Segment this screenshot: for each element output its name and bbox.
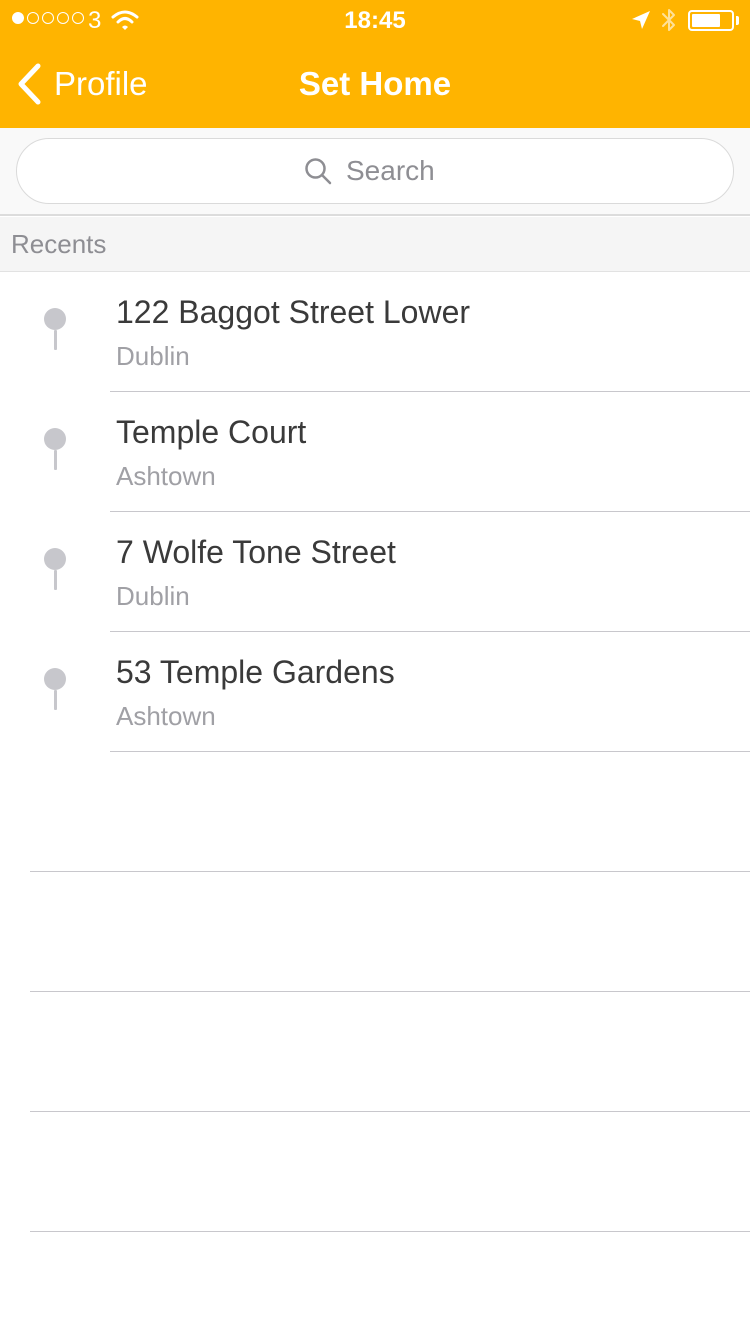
location-title: 122 Baggot Street Lower: [116, 294, 471, 330]
empty-row: [0, 1112, 750, 1232]
location-title: Temple Court: [116, 414, 307, 450]
search-input[interactable]: [346, 155, 446, 187]
battery-tip: [736, 16, 739, 25]
page-title: Set Home: [298, 65, 452, 102]
recents-section-header: Recents: [0, 217, 750, 272]
recent-location-item[interactable]: 122 Baggot Street Lower Dublin: [0, 272, 750, 392]
battery-icon: [688, 10, 734, 31]
map-pin-icon: [44, 548, 66, 592]
location-arrow-icon: [632, 11, 650, 29]
empty-row: [0, 872, 750, 992]
battery-level: [692, 14, 720, 27]
search-bar: [0, 128, 750, 216]
recent-location-item[interactable]: Temple Court Ashtown: [0, 392, 750, 512]
navigation-bar: Profile Set Home: [0, 40, 750, 128]
section-title: Recents: [11, 229, 107, 259]
search-field[interactable]: [16, 138, 734, 204]
map-pin-icon: [44, 668, 66, 712]
location-subtitle: Dublin: [116, 581, 190, 611]
location-title: 53 Temple Gardens: [116, 654, 395, 690]
map-pin-icon: [44, 308, 66, 352]
location-subtitle: Ashtown: [116, 461, 216, 491]
recents-list: 122 Baggot Street Lower Dublin Temple Co…: [0, 272, 750, 1232]
header: 3 18:45 Profile Set Home: [0, 0, 750, 128]
location-title: 7 Wolfe Tone Street: [116, 534, 396, 570]
recent-location-item[interactable]: 7 Wolfe Tone Street Dublin: [0, 512, 750, 632]
bluetooth-icon: [662, 9, 675, 31]
search-icon: [305, 158, 332, 185]
recent-location-item[interactable]: 53 Temple Gardens Ashtown: [0, 632, 750, 752]
empty-row: [0, 752, 750, 872]
location-subtitle: Ashtown: [116, 701, 216, 731]
location-subtitle: Dublin: [116, 341, 190, 371]
map-pin-icon: [44, 428, 66, 472]
status-bar: 3 18:45: [0, 0, 750, 40]
empty-row: [0, 992, 750, 1112]
